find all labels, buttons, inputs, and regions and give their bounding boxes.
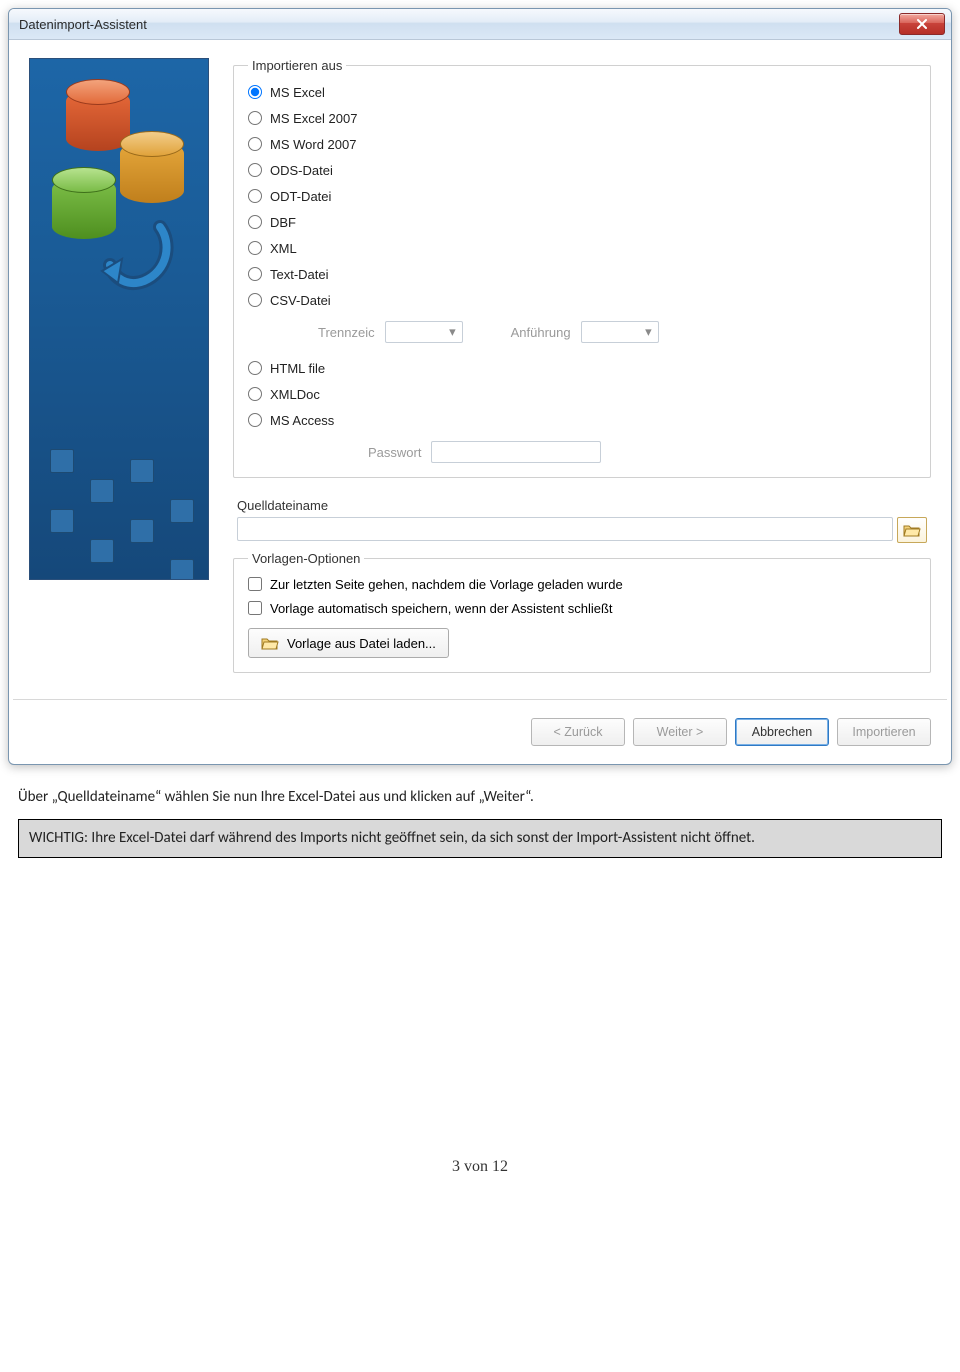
radio-label: DBF [270, 215, 296, 230]
radio-input[interactable] [248, 163, 262, 177]
chevron-down-icon: ▾ [449, 324, 456, 340]
radio-csv[interactable]: CSV-Datei [248, 287, 916, 313]
radio-label: HTML file [270, 361, 325, 376]
checkbox-label: Vorlage automatisch speichern, wenn der … [270, 601, 613, 616]
radio-label: MS Word 2007 [270, 137, 356, 152]
radio-ms-excel-2007[interactable]: MS Excel 2007 [248, 105, 916, 131]
radio-input[interactable] [248, 361, 262, 375]
radio-input[interactable] [248, 241, 262, 255]
arrow-swirl-icon [100, 219, 180, 299]
radio-ods[interactable]: ODS-Datei [248, 157, 916, 183]
folder-open-icon [261, 636, 279, 650]
radio-label: Text-Datei [270, 267, 329, 282]
folder-open-icon [903, 523, 921, 537]
radio-label: XML [270, 241, 297, 256]
page-number: 3 von 12 [0, 1158, 960, 1188]
window-title: Datenimport-Assistent [19, 17, 147, 32]
separator-label: Trennzeic [318, 325, 375, 340]
password-label: Passwort [368, 445, 421, 460]
import-from-legend: Importieren aus [248, 58, 346, 73]
checkbox-input[interactable] [248, 577, 262, 591]
load-template-button[interactable]: Vorlage aus Datei laden... [248, 628, 449, 658]
doc-note-2: WICHTIG: Ihre Excel-Datei darf während d… [18, 819, 942, 857]
back-button[interactable]: < Zurück [531, 718, 625, 746]
source-file-label: Quelldateiname [233, 498, 931, 513]
radio-label: MS Access [270, 413, 334, 428]
radio-input[interactable] [248, 215, 262, 229]
chevron-down-icon: ▾ [645, 324, 652, 340]
radio-input[interactable] [248, 387, 262, 401]
radio-input[interactable] [248, 413, 262, 427]
close-button[interactable] [899, 13, 945, 35]
next-button[interactable]: Weiter > [633, 718, 727, 746]
radio-input[interactable] [248, 85, 262, 99]
cancel-button[interactable]: Abbrechen [735, 718, 829, 746]
check-autosave-template[interactable]: Vorlage automatisch speichern, wenn der … [248, 596, 916, 620]
check-goto-last-page[interactable]: Zur letzten Seite gehen, nachdem die Vor… [248, 572, 916, 596]
browse-button[interactable] [897, 517, 927, 543]
radio-input[interactable] [248, 267, 262, 281]
close-icon [916, 19, 928, 29]
radio-xml[interactable]: XML [248, 235, 916, 261]
radio-input[interactable] [248, 293, 262, 307]
radio-input[interactable] [248, 189, 262, 203]
templates-group: Vorlagen-Optionen Zur letzten Seite gehe… [233, 551, 931, 673]
separator [13, 699, 947, 700]
wizard-illustration [29, 58, 209, 580]
radio-input[interactable] [248, 111, 262, 125]
radio-ms-word-2007[interactable]: MS Word 2007 [248, 131, 916, 157]
dialog-window: Datenimport-Assistent Importieren aus [8, 8, 952, 765]
radio-label: ODS-Datei [270, 163, 333, 178]
radio-label: ODT-Datei [270, 189, 331, 204]
checkbox-label: Zur letzten Seite gehen, nachdem die Vor… [270, 577, 623, 592]
radio-dbf[interactable]: DBF [248, 209, 916, 235]
checkbox-input[interactable] [248, 601, 262, 615]
quote-combo[interactable]: ▾ [581, 321, 659, 343]
radio-label: XMLDoc [270, 387, 320, 402]
templates-legend: Vorlagen-Optionen [248, 551, 364, 566]
radio-xmldoc[interactable]: XMLDoc [248, 381, 916, 407]
doc-note-1: Über „Quelldateiname“ wählen Sie nun Ihr… [18, 787, 942, 807]
password-field[interactable] [431, 441, 601, 463]
import-from-group: Importieren aus MS Excel MS Excel 2007 M… [233, 58, 931, 478]
radio-input[interactable] [248, 137, 262, 151]
radio-text[interactable]: Text-Datei [248, 261, 916, 287]
radio-label: MS Excel 2007 [270, 111, 357, 126]
wizard-footer: < Zurück Weiter > Abbrechen Importieren [9, 710, 951, 764]
radio-label: MS Excel [270, 85, 325, 100]
radio-odt[interactable]: ODT-Datei [248, 183, 916, 209]
quote-label: Anführung [511, 325, 571, 340]
radio-access[interactable]: MS Access [248, 407, 916, 433]
separator-combo[interactable]: ▾ [385, 321, 463, 343]
titlebar: Datenimport-Assistent [9, 9, 951, 40]
radio-label: CSV-Datei [270, 293, 331, 308]
load-template-label: Vorlage aus Datei laden... [287, 636, 436, 651]
radio-html[interactable]: HTML file [248, 355, 916, 381]
radio-ms-excel[interactable]: MS Excel [248, 79, 916, 105]
import-button[interactable]: Importieren [837, 718, 931, 746]
source-file-field[interactable] [237, 517, 893, 541]
